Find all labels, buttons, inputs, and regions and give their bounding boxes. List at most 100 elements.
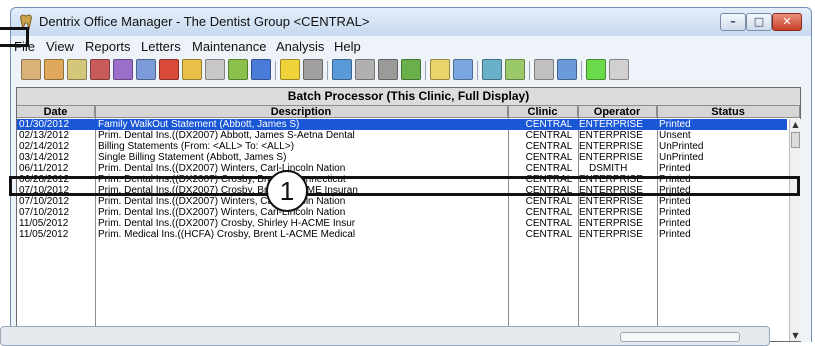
row-operator: ENTERPRISE [579,119,643,130]
row-description: Single Billing Statement (Abbott, James … [98,152,287,163]
scroll-up-icon[interactable]: ▲ [790,119,801,130]
row-date: 01/30/2012 [19,119,70,130]
row-operator: ENTERPRISE [579,196,643,207]
signature-icon[interactable] [609,59,629,80]
column-header-description[interactable]: Description [95,106,508,118]
family-file-icon[interactable] [44,59,64,80]
row-clinic: CENTRAL [525,163,573,174]
ledger-icon[interactable] [67,59,87,80]
patient-chart-icon[interactable] [21,59,41,80]
row-clinic: CENTRAL [525,229,573,240]
menu-bar: File View Reports Letters Maintenance An… [11,37,811,57]
report-icon[interactable] [557,59,577,80]
row-description: Prim. Dental Ins.((DX2007) Abbott, James… [98,130,355,141]
row-clinic: CENTRAL [525,141,573,152]
row-operator: ENTERPRISE [579,218,643,229]
minimize-icon: – [730,15,736,28]
row-status: Printed [659,119,691,130]
batch-processor-panel: Batch Processor (This Clinic, Full Displ… [16,87,801,342]
row-operator: DSMITH [589,163,628,174]
patients-icon[interactable] [482,59,502,80]
scroll-down-icon[interactable]: ▼ [790,330,801,341]
row-date: 02/13/2012 [19,130,70,141]
smiley-icon[interactable] [586,59,606,80]
row-date: 02/14/2012 [19,141,70,152]
toolbar-separator [581,61,585,80]
treatment-planner-icon[interactable] [90,59,110,80]
row-date: 11/05/2012 [19,218,69,229]
table-row[interactable]: 01/30/2012 Family WalkOut Statement (Abbo… [17,119,787,130]
main-window: Dentrix Office Manager - The Dentist Gro… [10,7,812,342]
document-center-icon[interactable] [205,59,225,80]
row-status: UnPrinted [659,141,704,152]
row-description: Prim. Medical Ins.((HCFA) Crosby, Brent … [98,229,356,240]
row-description: Family WalkOut Statement (Abbott, James … [98,119,300,130]
table-row[interactable]: 03/14/2012 Single Billing Statement (Abbo… [17,152,787,163]
providers-icon[interactable] [505,59,525,80]
maximize-icon: □ [753,15,765,28]
table-row[interactable]: 07/10/2012 Prim. Dental Ins.((DX2007) Win… [17,207,787,218]
vertical-scrollbar[interactable]: ▲ ▼ [789,119,801,341]
question-icon[interactable] [430,59,450,80]
menu-view[interactable]: View [46,39,74,54]
trash-icon[interactable] [378,59,398,80]
column-header-status[interactable]: Status [657,106,800,118]
column-header-operator[interactable]: Operator [578,106,657,118]
printer-icon[interactable] [355,59,375,80]
row-status: UnPrinted [659,152,704,163]
row-clinic: CENTRAL [525,196,573,207]
office-journal-icon[interactable] [251,59,271,80]
help-icon[interactable] [453,59,473,80]
maximize-button[interactable]: □ [746,13,772,31]
refresh-icon[interactable] [401,59,421,80]
table-row[interactable]: 02/13/2012 Prim. Dental Ins.((DX2007) Abb… [17,130,787,141]
table-row[interactable]: 06/11/2012 Prim. Dental Ins.((DX2007) Win… [17,163,787,174]
row-highlight [9,176,800,196]
table-row[interactable]: 07/10/2012 Prim. Dental Ins.((DX2007) Win… [17,196,787,207]
binoculars-icon[interactable] [534,59,554,80]
menu-analysis[interactable]: Analysis [276,39,324,54]
title-bar[interactable]: Dentrix Office Manager - The Dentist Gro… [11,8,811,36]
close-button[interactable]: ✕ [772,13,802,31]
toolbar-separator [275,61,279,80]
row-operator: ENTERPRISE [579,130,643,141]
row-operator: ENTERPRISE [579,207,643,218]
row-date: 11/05/2012 [19,229,69,240]
table-row[interactable]: 11/05/2012 Prim. Dental Ins.((DX2007) Cro… [17,218,787,229]
menu-letters[interactable]: Letters [141,39,181,54]
menu-reports[interactable]: Reports [85,39,131,54]
row-status: Unsent [659,130,691,141]
row-clinic: CENTRAL [525,119,573,130]
pen-icon[interactable] [136,59,156,80]
panel-title: Batch Processor (This Clinic, Full Displ… [17,88,800,106]
appointment-book-icon[interactable] [182,59,202,80]
table-row[interactable]: 11/05/2012 Prim. Medical Ins.((HCFA) Cros… [17,229,787,240]
row-clinic: CENTRAL [525,207,573,218]
insurance-icon[interactable] [303,59,323,80]
row-status: Printed [659,207,691,218]
computer-icon[interactable] [332,59,352,80]
menu-maintenance[interactable]: Maintenance [192,39,266,54]
minimize-button[interactable]: – [720,13,746,31]
menu-help[interactable]: Help [334,39,361,54]
toolbar-separator [327,61,331,80]
row-date: 07/10/2012 [19,207,70,218]
row-clinic: CENTRAL [525,130,573,141]
perio-chart-icon[interactable] [113,59,133,80]
table-row[interactable]: 02/14/2012 Billing Statements (From: <ALL… [17,141,787,152]
scroll-thumb[interactable] [791,132,800,148]
continuing-care-icon[interactable] [280,59,300,80]
column-header-clinic[interactable]: Clinic [508,106,578,118]
toolbar-separator [529,61,533,80]
rx-icon[interactable] [228,59,248,80]
row-operator: ENTERPRISE [579,152,643,163]
row-status: Printed [659,196,691,207]
column-header-date[interactable]: Date [17,106,95,118]
file-menu-highlight [0,27,29,47]
row-description: Billing Statements (From: <ALL> To: <ALL… [98,141,295,152]
book-icon[interactable] [159,59,179,80]
row-clinic: CENTRAL [525,218,573,229]
row-status: Printed [659,218,691,229]
row-operator: ENTERPRISE [579,141,643,152]
row-description: Prim. Dental Ins.((DX2007) Crosby, Shirl… [98,218,356,229]
